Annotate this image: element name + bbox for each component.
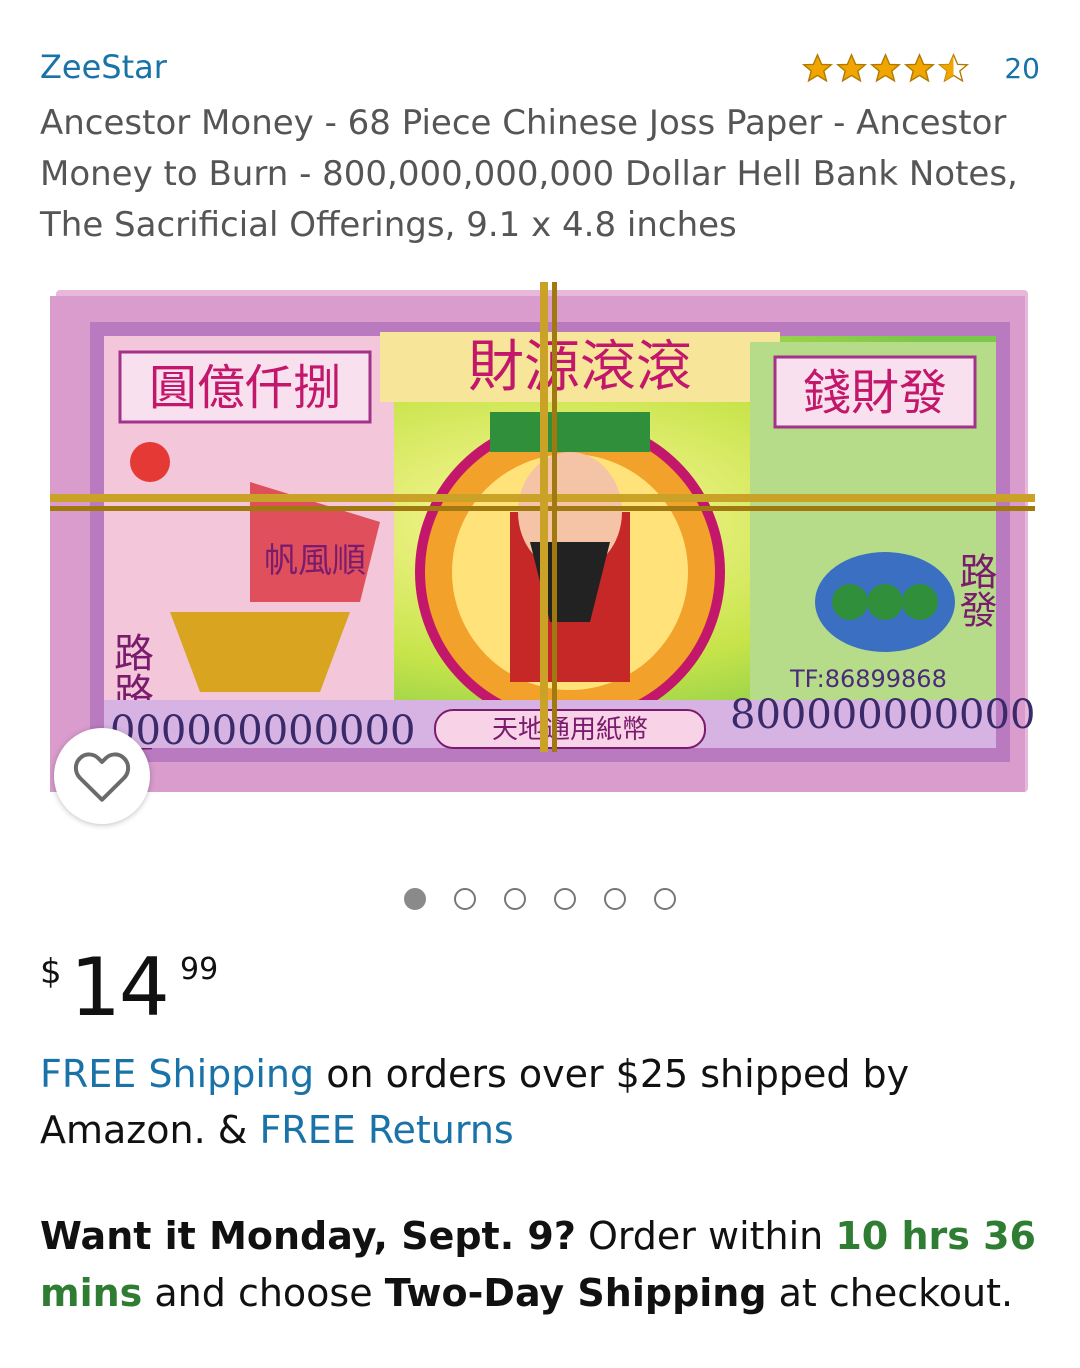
star-full-icon (904, 53, 936, 83)
top-banner: 財源滾滾 (468, 335, 692, 400)
delivery-text-3: at checkout. (766, 1271, 1014, 1315)
star-rating (801, 52, 970, 85)
price-fraction: 99 (180, 952, 219, 987)
carousel-dot[interactable] (654, 888, 676, 910)
brand-link[interactable]: ZeeStar (40, 48, 167, 86)
wishlist-button[interactable] (54, 728, 150, 824)
star-half-icon (938, 53, 970, 83)
image-carousel-indicator (0, 888, 1080, 910)
product-image[interactable]: 圓億仟捌 帆風順 路路通 財源滾滾 錢財發 路發 TF:86899868 000… (50, 282, 1035, 802)
ship-text: 帆風順 (264, 541, 366, 581)
banknote-illustration: 圓億仟捌 帆風順 路路通 財源滾滾 錢財發 路發 TF:86899868 000… (50, 282, 1035, 792)
free-shipping-link[interactable]: FREE Shipping (40, 1052, 314, 1096)
carousel-dot[interactable] (504, 888, 526, 910)
serial-right: 800000000000 (730, 692, 1035, 738)
price-whole: 14 (70, 941, 170, 1034)
shipping-option: Two-Day Shipping (384, 1271, 767, 1315)
star-full-icon (802, 53, 834, 83)
carousel-dot[interactable] (454, 888, 476, 910)
delivery-text-1: Order within (575, 1214, 836, 1258)
price-currency: $ (40, 952, 62, 992)
delivery-date: Want it Monday, Sept. 9? (40, 1214, 576, 1258)
heart-outline-icon (73, 752, 131, 802)
phone-number: TF:86899868 (789, 665, 947, 693)
rating-count[interactable]: 20 (1004, 52, 1040, 85)
delivery-info: Want it Monday, Sept. 9? Order within 10… (40, 1208, 1050, 1322)
carousel-dot[interactable] (604, 888, 626, 910)
shipping-info: FREE Shipping on orders over $25 shipped… (40, 1046, 1040, 1158)
center-bottom-label: 天地通用紙幣 (492, 715, 648, 745)
left-label: 圓億仟捌 (149, 360, 341, 416)
carousel-dot[interactable] (404, 888, 426, 910)
right-side-label: 路發 (953, 552, 997, 628)
delivery-text-2: and choose (142, 1271, 385, 1315)
product-title: Ancestor Money - 68 Piece Chinese Joss P… (40, 103, 1018, 245)
rating-summary[interactable]: 20 (801, 52, 1040, 85)
serial-left: 000000000000 (110, 708, 415, 754)
star-full-icon (836, 53, 868, 83)
carousel-dot[interactable] (554, 888, 576, 910)
star-full-icon (870, 53, 902, 83)
free-returns-link[interactable]: FREE Returns (259, 1108, 513, 1152)
right-label: 錢財發 (803, 365, 947, 421)
